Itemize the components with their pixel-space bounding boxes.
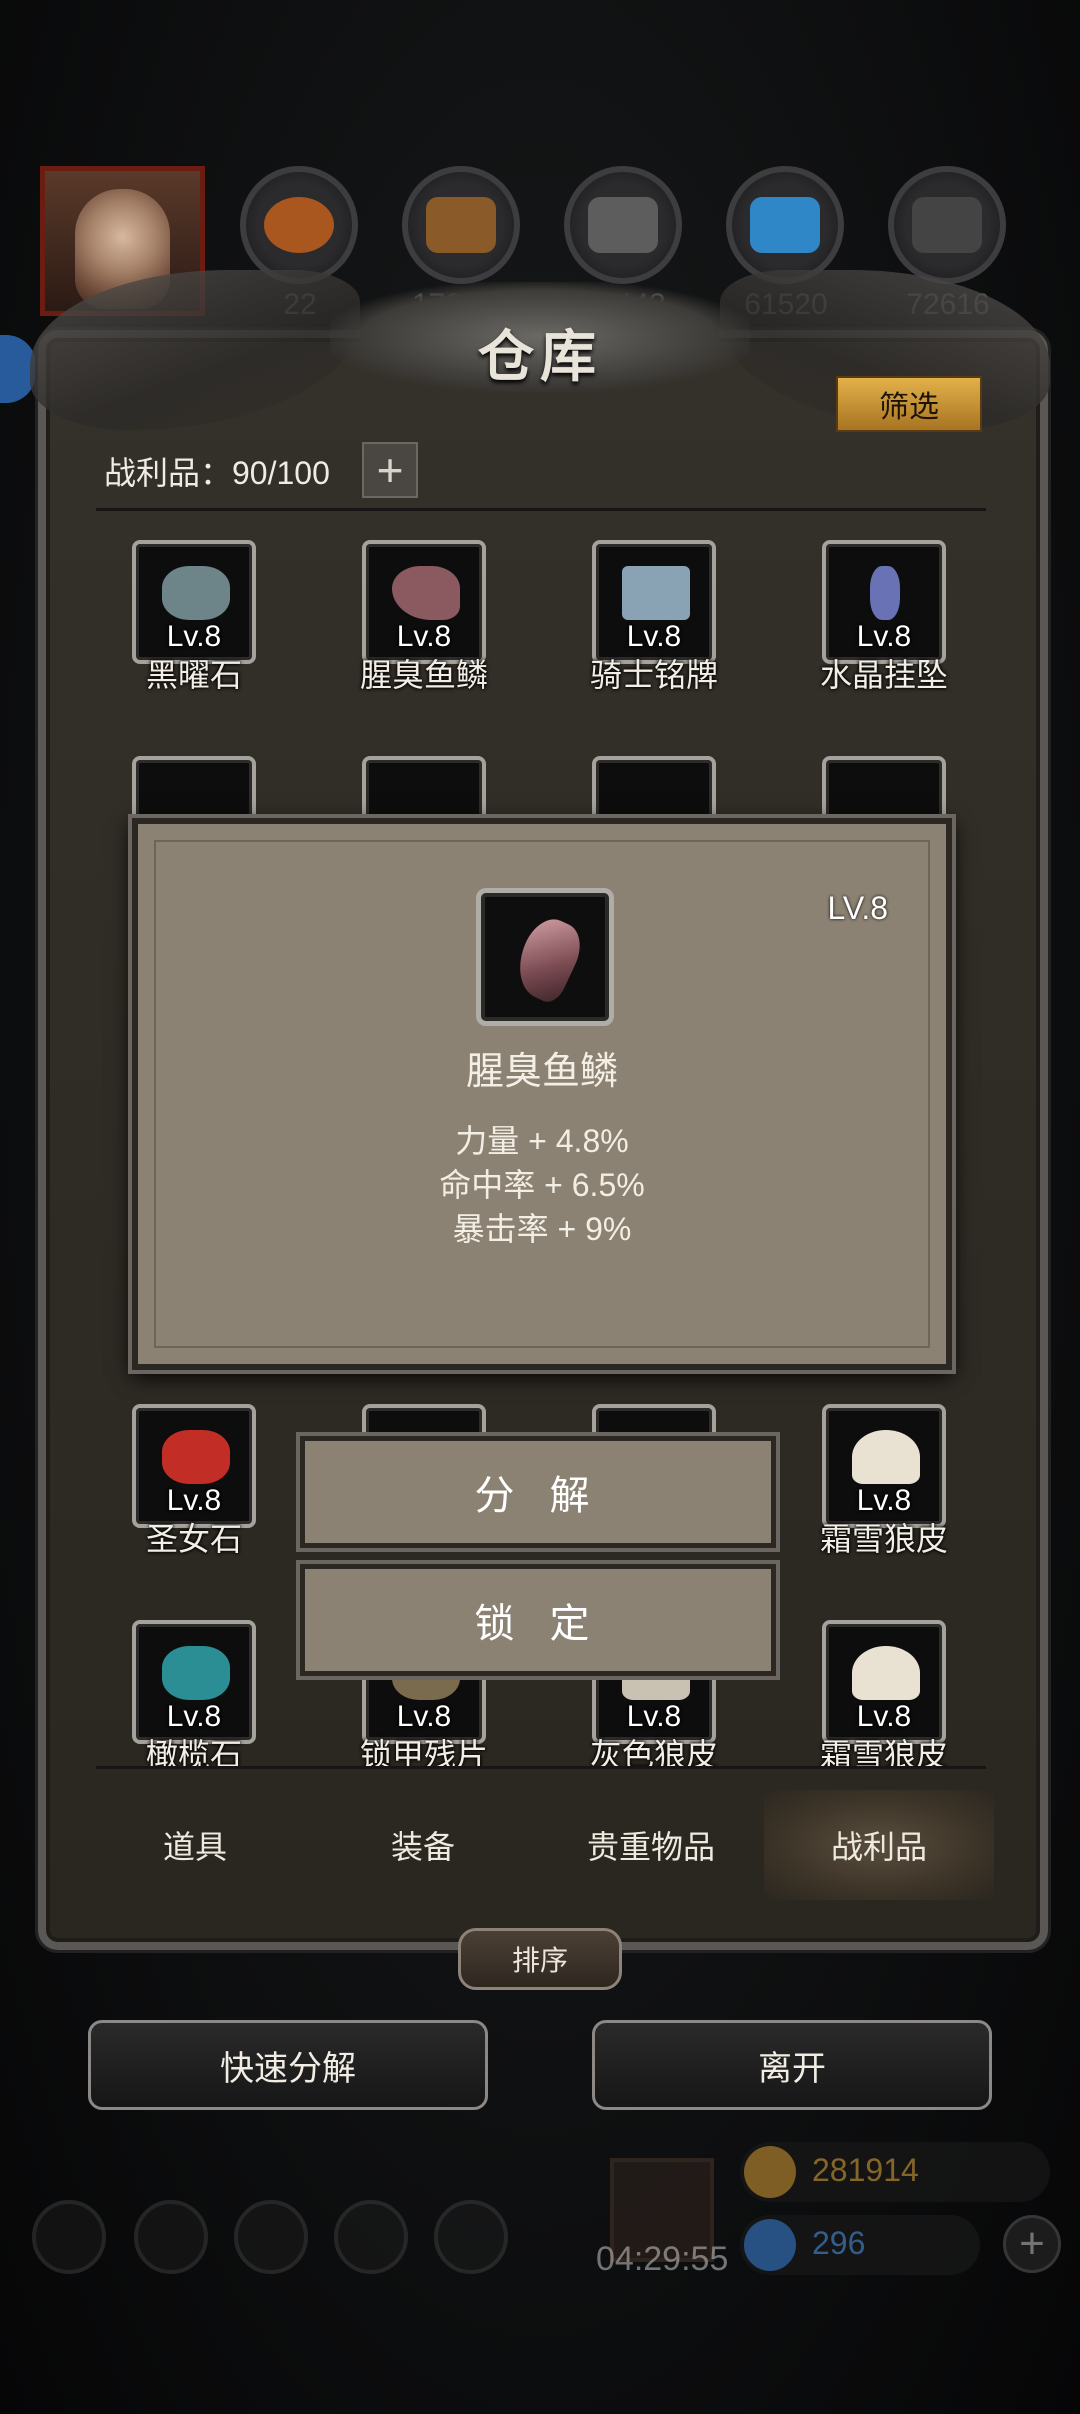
gift-timer: 04:29:55 bbox=[596, 2240, 729, 2278]
item-name: 橄榄石 bbox=[145, 1737, 242, 1766]
item-level: Lv.8 bbox=[166, 1700, 222, 1733]
item-level: Lv.8 bbox=[396, 1700, 452, 1733]
item-level: Lv.8 bbox=[856, 1700, 912, 1733]
item-name: 锁甲残片 bbox=[359, 1737, 488, 1766]
tooltip-item-name: 腥臭鱼鳞 bbox=[465, 1051, 618, 1093]
item-name: 腥臭鱼鳞 bbox=[359, 657, 488, 693]
gold-icon bbox=[744, 2146, 796, 2198]
item-slot[interactable]: Lv.8 bbox=[132, 540, 256, 664]
saint-stone-icon bbox=[162, 1430, 230, 1484]
category-tabs: 道具 装备 贵重物品 战利品 bbox=[80, 1790, 1000, 1900]
item-name: 霜雪狼皮 bbox=[819, 1737, 948, 1766]
tooltip-stat: 力量 + 4.8% bbox=[455, 1123, 629, 1159]
dice-icon[interactable] bbox=[434, 2200, 508, 2274]
item-name: 黑曜石 bbox=[145, 657, 242, 693]
loot-capacity: 战利品：90/100 bbox=[104, 455, 330, 491]
item-slot[interactable]: Lv.8 bbox=[822, 540, 946, 664]
tooltip-stat: 暴击率 + 9% bbox=[452, 1211, 632, 1247]
filter-button[interactable]: 筛选 bbox=[836, 376, 982, 432]
item-slot[interactable]: Lv.8 bbox=[592, 540, 716, 664]
tooltip-level: LV.8 bbox=[827, 890, 888, 926]
item-slot[interactable]: Lv.8 bbox=[822, 1620, 946, 1744]
guild-icon[interactable] bbox=[234, 2200, 308, 2274]
gold-display: 281914 bbox=[740, 2142, 1050, 2202]
sort-button[interactable]: 排序 bbox=[458, 1928, 622, 1990]
item-slot[interactable]: Lv.8 bbox=[132, 1620, 256, 1744]
item-level: Lv.8 bbox=[396, 620, 452, 653]
item-level: Lv.8 bbox=[626, 620, 682, 653]
tab-valuables[interactable]: 贵重物品 bbox=[536, 1790, 766, 1900]
expand-capacity-button[interactable]: + bbox=[362, 442, 418, 498]
frost-wolf-pelt-icon bbox=[852, 1646, 920, 1700]
item-name: 水晶挂坠 bbox=[819, 657, 948, 693]
crystal-pendant-icon bbox=[870, 566, 900, 620]
fish-scale-icon bbox=[506, 911, 590, 1007]
gem-icon bbox=[744, 2219, 796, 2271]
settings-icon[interactable] bbox=[32, 2200, 106, 2274]
item-level: Lv.8 bbox=[856, 1484, 912, 1517]
tooltip-item-frame bbox=[476, 888, 614, 1026]
tab-items[interactable]: 道具 bbox=[80, 1790, 310, 1900]
tab-equipment[interactable]: 装备 bbox=[308, 1790, 538, 1900]
item-tooltip: LV.8 腥臭鱼鳞 力量 + 4.8% 命中率 + 6.5% 暴击率 + 9% bbox=[132, 818, 952, 1370]
lock-button[interactable]: 锁 定 bbox=[300, 1564, 776, 1676]
stone-icon[interactable] bbox=[564, 166, 682, 284]
quick-decompose-button[interactable]: 快速分解 bbox=[88, 2020, 488, 2110]
item-slot[interactable]: Lv.8 bbox=[362, 540, 486, 664]
gem-display: 296 bbox=[740, 2215, 980, 2275]
wood-icon[interactable] bbox=[402, 166, 520, 284]
item-level: Lv.8 bbox=[166, 1484, 222, 1517]
add-currency-button[interactable]: + bbox=[1003, 2215, 1061, 2273]
mail-icon[interactable] bbox=[334, 2200, 408, 2274]
achievement-icon[interactable] bbox=[134, 2200, 208, 2274]
item-slot[interactable]: Lv.8 bbox=[822, 1404, 946, 1528]
item-level: Lv.8 bbox=[166, 620, 222, 653]
tooltip-stat: 命中率 + 6.5% bbox=[439, 1167, 645, 1203]
frost-wolf-pelt-icon bbox=[852, 1430, 920, 1484]
item-name: 骑士铭牌 bbox=[589, 657, 718, 693]
item-level: Lv.8 bbox=[856, 620, 912, 653]
fish-scale-icon bbox=[392, 566, 460, 620]
tab-loot[interactable]: 战利品 bbox=[764, 1790, 994, 1900]
crystal-icon[interactable] bbox=[726, 166, 844, 284]
olivine-icon bbox=[162, 1646, 230, 1700]
divider bbox=[96, 508, 986, 511]
decompose-button[interactable]: 分 解 bbox=[300, 1436, 776, 1548]
item-name: 圣女石 bbox=[145, 1521, 242, 1557]
divider bbox=[96, 1766, 986, 1769]
obsidian-icon bbox=[162, 566, 230, 620]
iron-icon[interactable] bbox=[888, 166, 1006, 284]
item-name: 霜雪狼皮 bbox=[819, 1521, 948, 1557]
gold-amount: 281914 bbox=[812, 2152, 919, 2188]
gem-amount: 296 bbox=[812, 2225, 866, 2261]
item-slot[interactable]: Lv.8 bbox=[132, 1404, 256, 1528]
item-level: Lv.8 bbox=[626, 1700, 682, 1733]
knight-badge-icon bbox=[622, 566, 690, 620]
leave-button[interactable]: 离开 bbox=[592, 2020, 992, 2110]
item-name: 灰色狼皮 bbox=[589, 1737, 718, 1766]
meat-icon[interactable] bbox=[240, 166, 358, 284]
